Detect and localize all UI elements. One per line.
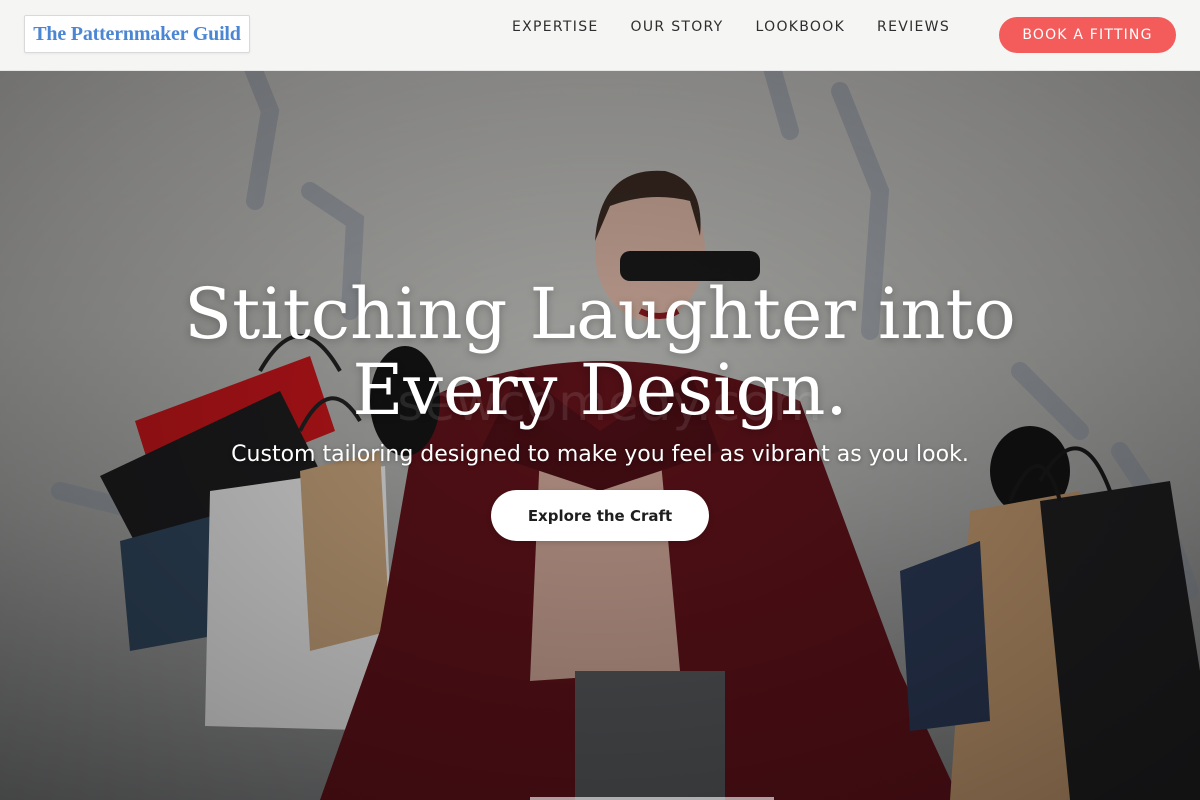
hero-title-line-1: Stitching Laughter into xyxy=(184,273,1016,355)
book-a-fitting-button[interactable]: BOOK A FITTING xyxy=(999,17,1176,53)
logo[interactable]: The Patternmaker Guild xyxy=(24,15,250,53)
hero-dark-overlay xyxy=(0,71,1200,800)
site-header: The Patternmaker Guild EXPERTISE OUR STO… xyxy=(0,0,1200,71)
hero-title-line-2: Every Design. xyxy=(352,349,848,431)
nav-item-expertise[interactable]: EXPERTISE xyxy=(496,17,615,37)
hero-section: sewcomedy.com Stitching Laughter into Ev… xyxy=(0,71,1200,800)
logo-text: The Patternmaker Guild xyxy=(33,22,241,45)
explore-the-craft-button[interactable]: Explore the Craft xyxy=(491,490,709,541)
hero-subtitle: Custom tailoring designed to make you fe… xyxy=(231,442,969,467)
hero-title: Stitching Laughter into Every Design. xyxy=(150,276,1050,428)
nav-item-lookbook[interactable]: LOOKBOOK xyxy=(740,17,862,37)
nav-item-reviews[interactable]: REVIEWS xyxy=(861,17,966,37)
main-nav: EXPERTISE OUR STORY LOOKBOOK REVIEWS xyxy=(496,17,966,37)
nav-item-our-story[interactable]: OUR STORY xyxy=(615,17,740,37)
